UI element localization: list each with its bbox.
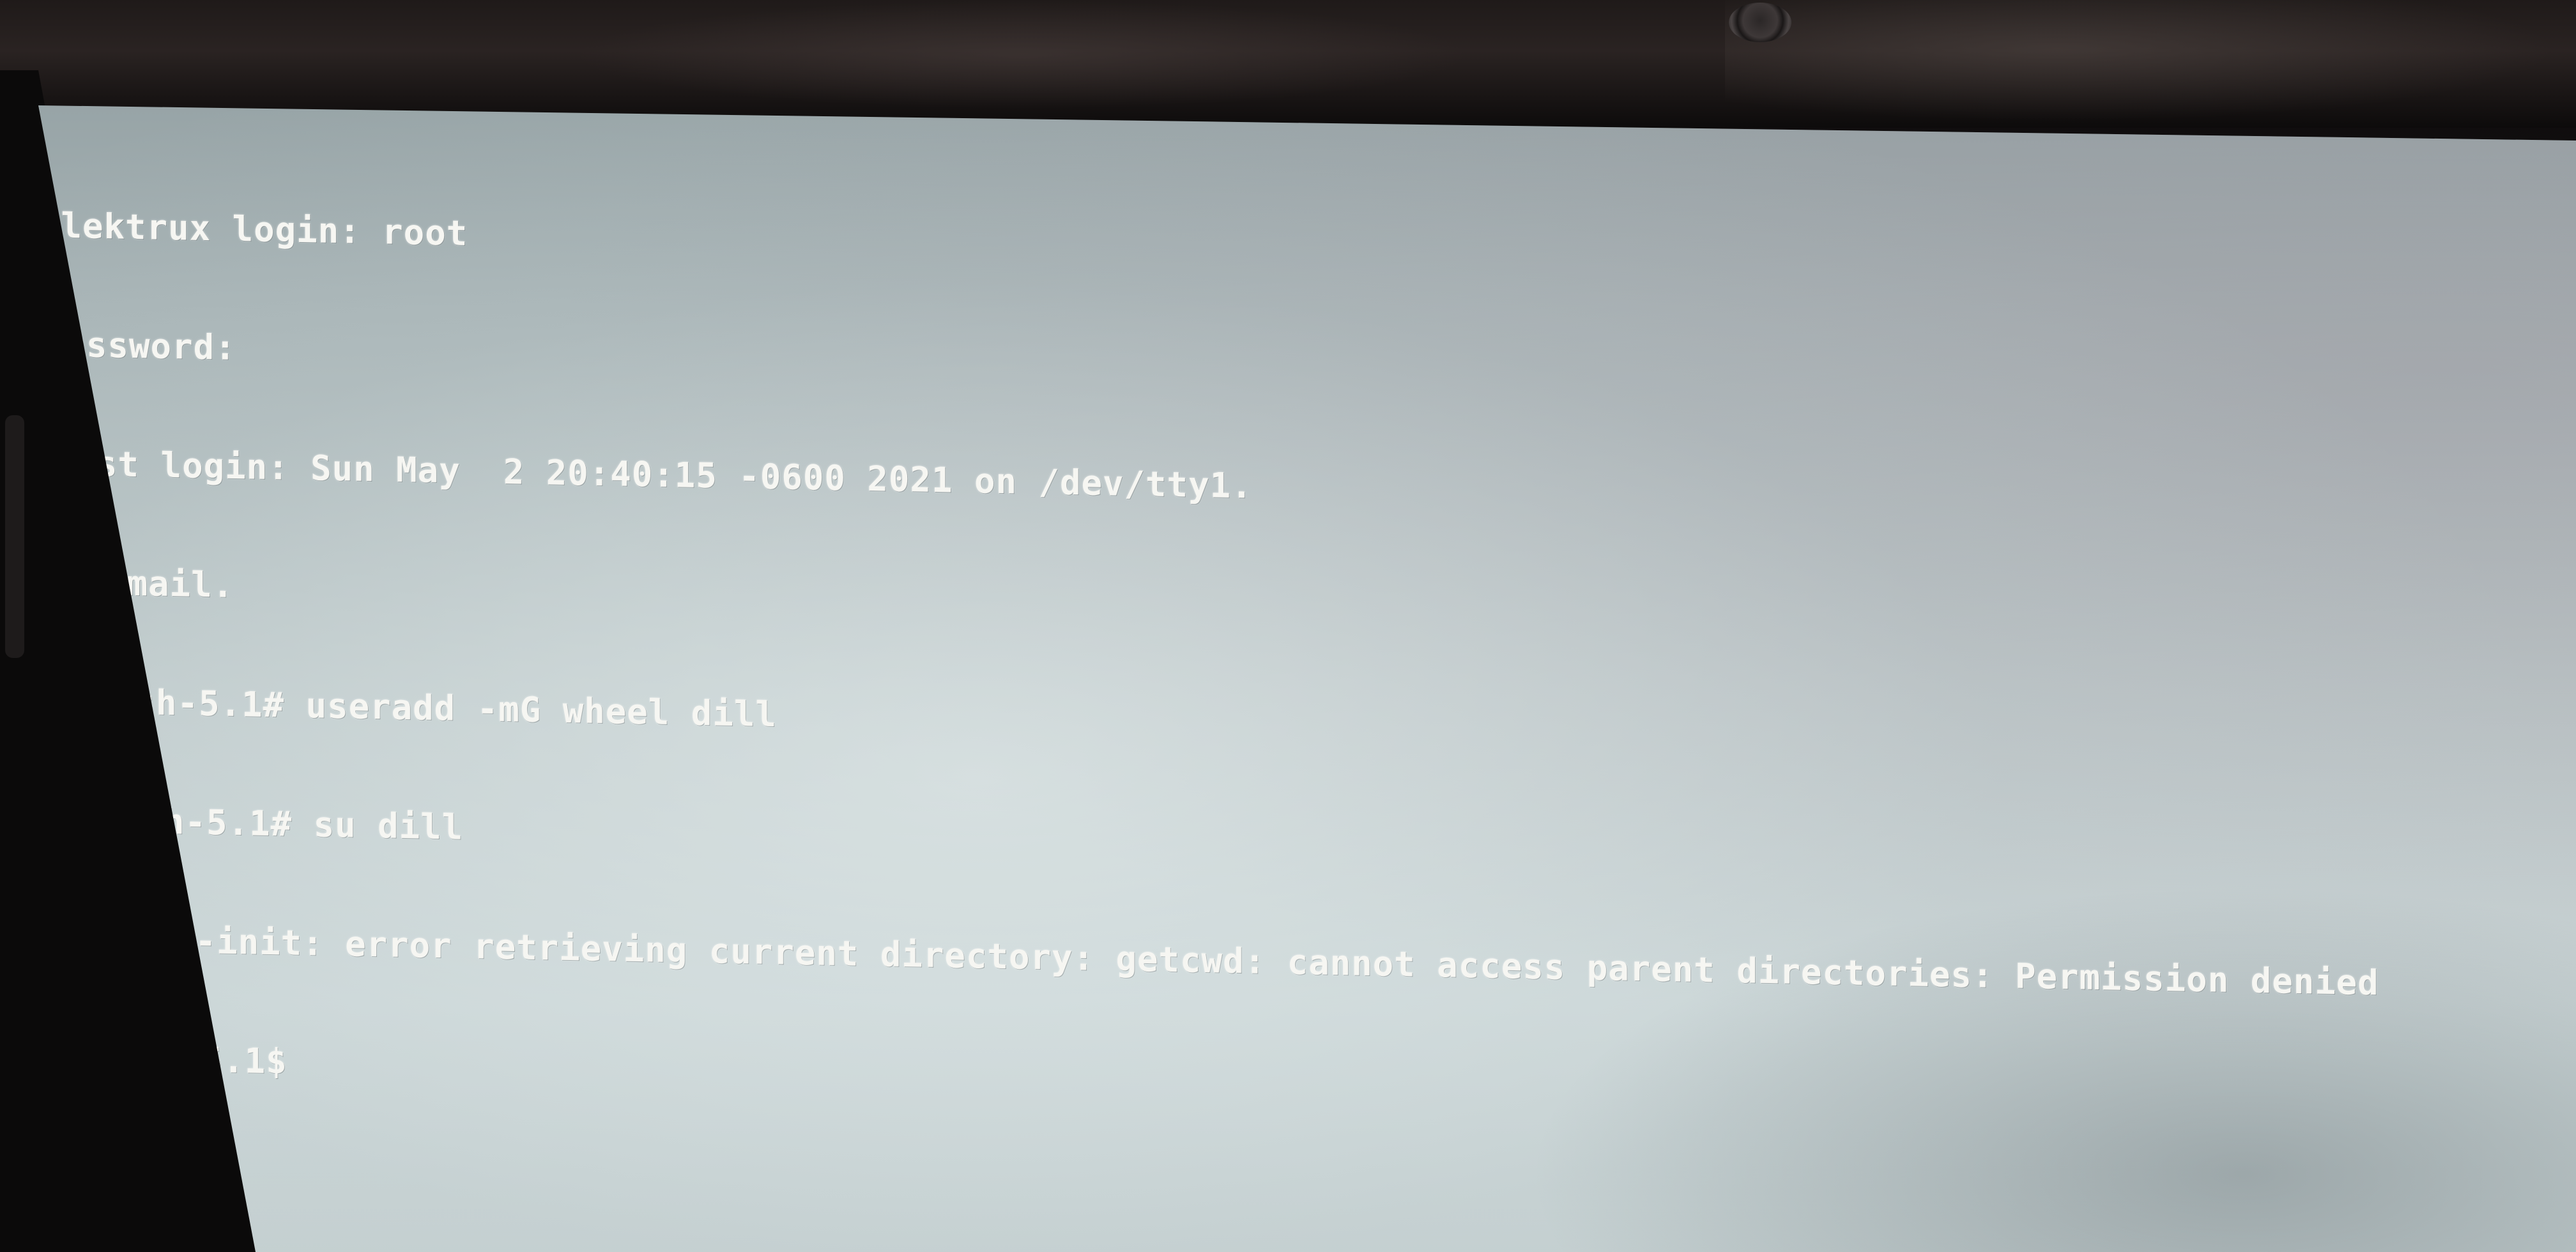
tty-console[interactable]: elektrux login: root Password: Last logi… <box>40 126 2379 1196</box>
console-line-mail: No mail. <box>63 561 234 606</box>
laptop-screen: elektrux login: root Password: Last logi… <box>38 105 2576 1252</box>
console-line-useradd: -bash-5.1# useradd -mG wheel dill <box>70 680 777 735</box>
bezel-reflection <box>0 0 2576 128</box>
console-line-last-login: Last login: Sun May 2 20:40:15 -0600 202… <box>54 443 1253 507</box>
console-line-password: Password: <box>43 324 236 368</box>
console-line-su: -bash-5.1# su dill <box>78 800 464 848</box>
photo-scene: elektrux login: root Password: Last logi… <box>0 0 2576 1252</box>
console-line-login: elektrux login: root <box>40 205 468 254</box>
console-line-error: shell-init: error retrieving current dir… <box>88 919 2379 1004</box>
webcam-icon <box>1729 3 1791 42</box>
console-prompt[interactable]: bash-5.1$ <box>95 1038 2148 1118</box>
